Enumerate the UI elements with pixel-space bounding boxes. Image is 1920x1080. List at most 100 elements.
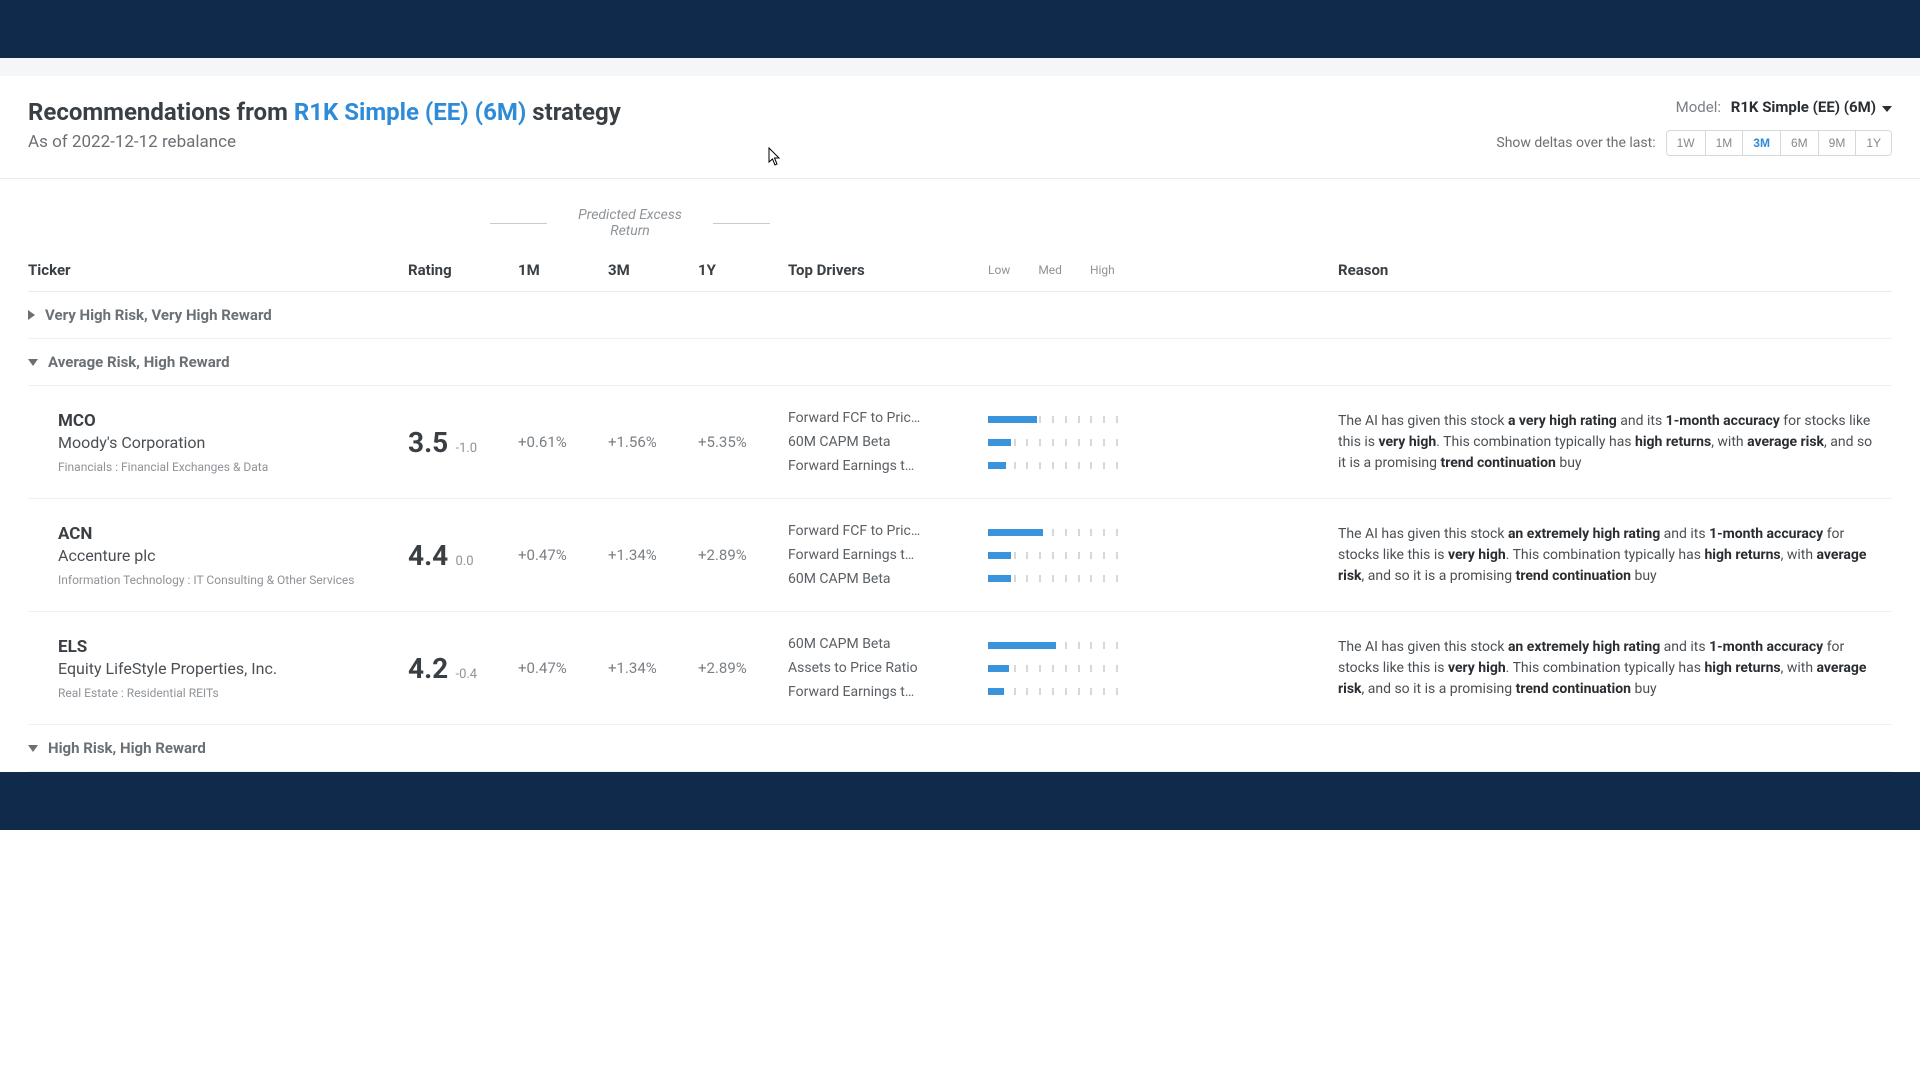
company-name: Accenture plc (58, 546, 408, 565)
drivers-list: Forward FCF to Pric…Forward Earnings t…6… (788, 519, 988, 591)
driver-bars (988, 642, 1338, 695)
triangle-down-icon (28, 745, 38, 752)
return-y1: +2.89% (698, 546, 788, 564)
ticker-cell: MCO Moody's Corporation Financials : Finan… (28, 411, 408, 474)
triangle-down-icon (28, 359, 38, 366)
driver-bar (988, 529, 1118, 536)
driver-bar (988, 416, 1118, 423)
driver-bar (988, 688, 1118, 695)
delta-option-9m[interactable]: 9M (1819, 131, 1857, 155)
rule-icon (713, 223, 770, 224)
group-header[interactable]: Average Risk, High Reward (28, 339, 1892, 386)
header-divider (0, 178, 1920, 179)
rating-value: 4.2 -0.4 (408, 652, 518, 685)
return-m1: +0.47% (518, 659, 608, 677)
driver-label: Forward FCF to Pric… (788, 406, 988, 430)
delta-option-6m[interactable]: 6M (1781, 131, 1819, 155)
ticker-symbol: MCO (58, 411, 408, 431)
col-1y[interactable]: 1Y (698, 261, 788, 279)
return-m1: +0.61% (518, 433, 608, 451)
return-m3: +1.34% (608, 546, 698, 564)
driver-label: Forward FCF to Pric… (788, 519, 988, 543)
rebalance-date: As of 2022-12-12 rebalance (28, 132, 621, 152)
predicted-text: Predicted Excess Return (561, 207, 700, 239)
col-drivers[interactable]: Top Drivers (788, 261, 988, 279)
driver-label: Forward Earnings t… (788, 454, 988, 478)
driver-label: 60M CAPM Beta (788, 430, 988, 454)
model-selector-row: Model: R1K Simple (EE) (6M) (1496, 98, 1892, 116)
return-y1: +2.89% (698, 659, 788, 677)
bottom-nav-strip (0, 772, 1920, 830)
rating-value: 3.5 -1.0 (408, 426, 518, 459)
rule-icon (490, 223, 547, 224)
return-y1: +5.35% (698, 433, 788, 451)
drivers-list: 60M CAPM BetaAssets to Price RatioForwar… (788, 632, 988, 704)
model-value: R1K Simple (EE) (6M) (1731, 98, 1876, 116)
delta-label: Show deltas over the last: (1496, 135, 1655, 151)
title-prefix: Recommendations from (28, 98, 294, 126)
col-rating[interactable]: Rating (408, 261, 518, 279)
top-nav-strip (0, 0, 1920, 58)
triangle-right-icon (28, 310, 35, 320)
group-header[interactable]: High Risk, High Reward (28, 725, 1892, 772)
driver-bar (988, 665, 1118, 672)
table-row[interactable]: ACNAccenture plcInformation Technology :… (28, 499, 1892, 612)
reason-text: The AI has given this stock an extremely… (1338, 524, 1892, 587)
delta-segmented-control: 1W1M3M6M9M1Y (1666, 130, 1892, 156)
col-1m[interactable]: 1M (518, 261, 608, 279)
driver-label: Forward Earnings t… (788, 543, 988, 567)
table-header-row: Ticker Rating 1M 3M 1Y Top Drivers Low M… (28, 249, 1892, 292)
driver-bars (988, 529, 1338, 582)
group-label: Very High Risk, Very High Reward (45, 306, 272, 324)
rating-value: 4.4 0.0 (408, 539, 518, 572)
group-label: Average Risk, High Reward (48, 353, 230, 371)
driver-bar (988, 552, 1118, 559)
driver-label: 60M CAPM Beta (788, 567, 988, 591)
table-row[interactable]: MCO Moody's Corporation Financials : Finan… (28, 386, 1892, 499)
page-title: Recommendations from R1K Simple (EE) (6M… (28, 98, 621, 126)
strategy-name-link[interactable]: R1K Simple (EE) (6M) (294, 98, 526, 126)
return-m1: +0.47% (518, 546, 608, 564)
rating-delta: -1.0 (452, 441, 477, 456)
model-dropdown[interactable]: R1K Simple (EE) (6M) (1731, 98, 1892, 116)
header-spacer (0, 58, 1920, 76)
driver-bars (988, 416, 1338, 469)
driver-label: Assets to Price Ratio (788, 656, 988, 680)
sector-label: Real Estate : Residential REITs (58, 686, 408, 700)
rating-delta: 0.0 (452, 554, 473, 569)
scale-high: High (1090, 263, 1115, 277)
driver-label: 60M CAPM Beta (788, 632, 988, 656)
page-title-block: Recommendations from R1K Simple (EE) (6M… (28, 98, 621, 152)
delta-option-1m[interactable]: 1M (1706, 131, 1744, 155)
title-suffix: strategy (526, 98, 621, 126)
chevron-down-icon (1882, 98, 1892, 116)
delta-option-3m[interactable]: 3M (1743, 131, 1781, 155)
scale-low: Low (988, 263, 1010, 277)
model-label: Model: (1676, 98, 1721, 116)
delta-option-1w[interactable]: 1W (1667, 131, 1706, 155)
ticker-cell: ACNAccenture plcInformation Technology :… (28, 524, 408, 587)
driver-label: Forward Earnings t… (788, 680, 988, 704)
company-name: Equity LifeStyle Properties, Inc. (58, 659, 408, 678)
group-header[interactable]: Very High Risk, Very High Reward (28, 292, 1892, 339)
drivers-list: Forward FCF to Pric…60M CAPM BetaForward… (788, 406, 988, 478)
driver-bar (988, 642, 1118, 649)
group-label: High Risk, High Reward (48, 739, 206, 757)
driver-bar (988, 462, 1118, 469)
col-ticker[interactable]: Ticker (28, 261, 408, 279)
company-name: Moody's Corporation (58, 433, 408, 452)
reason-text: The AI has given this stock an extremely… (1338, 637, 1892, 700)
sector-label: Financials : Financial Exchanges & Data (58, 460, 408, 474)
driver-bar (988, 575, 1118, 582)
driver-scale-labels: Low Med High (988, 263, 1338, 277)
delta-option-1y[interactable]: 1Y (1856, 131, 1891, 155)
col-3m[interactable]: 3M (608, 261, 698, 279)
rating-delta: -0.4 (452, 667, 477, 682)
ticker-symbol: ELS (58, 637, 408, 657)
col-reason[interactable]: Reason (1338, 261, 1892, 279)
ticker-cell: ELS Equity LifeStyle Properties, Inc. Real… (28, 637, 408, 700)
table-row[interactable]: ELS Equity LifeStyle Properties, Inc. Real… (28, 612, 1892, 725)
scale-med: Med (1038, 263, 1062, 277)
reason-text: The AI has given this stock a very high … (1338, 411, 1892, 474)
return-m3: +1.56% (608, 433, 698, 451)
